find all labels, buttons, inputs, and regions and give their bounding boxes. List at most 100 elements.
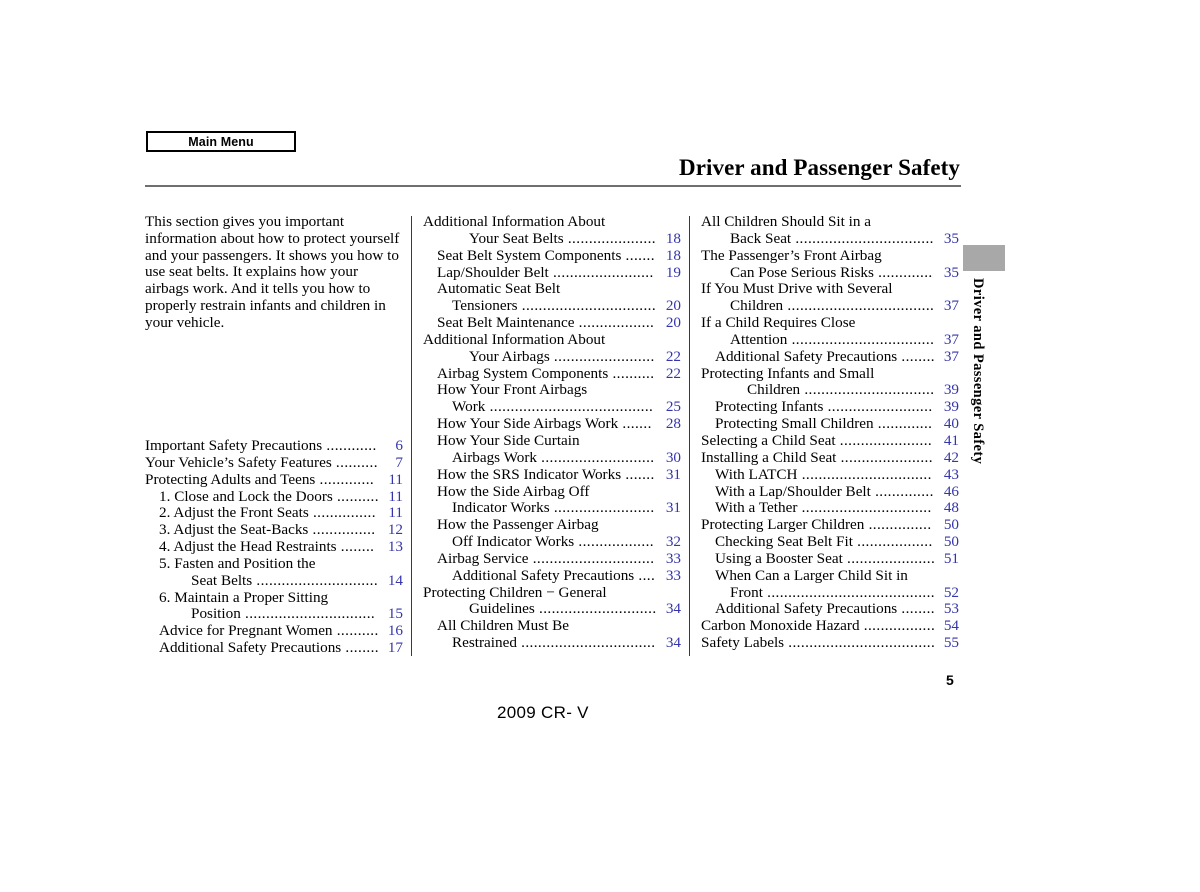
toc-entry-page-number[interactable]: 33	[659, 567, 681, 585]
toc-entry-page-number[interactable]: 11	[381, 488, 403, 506]
toc-entry-page-number[interactable]: 28	[659, 415, 681, 433]
toc-entry-page-number[interactable]: 16	[381, 622, 403, 640]
toc-entry[interactable]: With a Tether ..........................…	[701, 499, 959, 517]
toc-entry-page-number[interactable]: 37	[937, 331, 959, 349]
toc-entry[interactable]: Airbag System Components .......... 22	[423, 365, 681, 383]
toc-entry-page-number[interactable]: 48	[937, 499, 959, 517]
toc-entry-page-number[interactable]: 40	[937, 415, 959, 433]
toc-entry[interactable]: Airbags Work ...........................…	[423, 449, 681, 467]
toc-entry-page-number[interactable]: 22	[659, 348, 681, 366]
toc-entry-page-number[interactable]: 35	[937, 230, 959, 248]
toc-entry[interactable]: Carbon Monoxide Hazard .................…	[701, 617, 959, 635]
toc-entry[interactable]: Seat Belts .............................…	[145, 572, 403, 590]
toc-entry[interactable]: Restrained .............................…	[423, 634, 681, 652]
toc-entry[interactable]: Back Seat ..............................…	[701, 230, 959, 248]
toc-entry-page-number[interactable]: 41	[937, 432, 959, 450]
toc-entry-page-number[interactable]: 11	[381, 471, 403, 489]
toc-entry[interactable]: Children ...............................…	[701, 297, 959, 315]
toc-entry[interactable]: Your Vehicle’s Safety Features .........…	[145, 454, 403, 472]
toc-entry[interactable]: Selecting a Child Seat .................…	[701, 432, 959, 450]
toc-entry[interactable]: Can Pose Serious Risks ............. 35	[701, 264, 959, 282]
toc-entry-page-number[interactable]: 13	[381, 538, 403, 556]
toc-entry-page-number[interactable]: 52	[937, 584, 959, 602]
toc-entry-page-number[interactable]: 15	[381, 606, 403, 623]
toc-entry[interactable]: How the SRS Indicator Works ....... 31	[423, 466, 681, 484]
toc-entry-page-number[interactable]: 34	[659, 634, 681, 652]
toc-entry-page-number[interactable]: 6	[381, 437, 403, 455]
toc-entry[interactable]: Protecting Infants .....................…	[701, 398, 959, 416]
toc-entry-page-number[interactable]: 20	[659, 297, 681, 315]
toc-entry-page-number[interactable]: 7	[381, 454, 403, 472]
toc-entry-page-number[interactable]: 43	[937, 466, 959, 484]
toc-entry-page-number[interactable]: 54	[937, 617, 959, 635]
toc-entry[interactable]: Guidelines ............................ 3…	[423, 600, 681, 618]
toc-entry-page-number[interactable]: 37	[937, 348, 959, 366]
toc-entry[interactable]: 4. Adjust the Head Restraints ........ 13	[145, 538, 403, 556]
toc-entry[interactable]: Position ...............................…	[145, 606, 403, 623]
toc-entry[interactable]: With a Lap/Shoulder Belt .............. 4…	[701, 483, 959, 501]
toc-entry-page-number[interactable]: 34	[659, 601, 681, 618]
toc-entry[interactable]: Protecting Small Children ............. 4…	[701, 415, 959, 433]
toc-entry[interactable]: With LATCH .............................…	[701, 466, 959, 484]
toc-entry-page-number[interactable]: 18	[659, 247, 681, 265]
toc-entry-page-number[interactable]: 22	[659, 365, 681, 383]
toc-entry-page-number[interactable]: 30	[659, 449, 681, 467]
toc-entry-page-number[interactable]: 50	[937, 516, 959, 534]
toc-entry[interactable]: Additional Safety Precautions ........ 53	[701, 600, 959, 618]
toc-entry[interactable]: Front ..................................…	[701, 584, 959, 602]
toc-entry-page-number[interactable]: 51	[937, 550, 959, 568]
toc-entry-page-number[interactable]: 53	[937, 601, 959, 618]
toc-entry[interactable]: 1. Close and Lock the Doors .......... 11	[145, 488, 403, 506]
toc-entry[interactable]: Off Indicator Works .................. 32	[423, 533, 681, 551]
toc-entry-page-number[interactable]: 31	[659, 499, 681, 517]
toc-entry-page-number[interactable]: 14	[381, 572, 403, 590]
toc-entry[interactable]: Additional Safety Precautions .... 33	[423, 567, 681, 585]
toc-entry[interactable]: Important Safety Precautions ...........…	[145, 437, 403, 455]
toc-entry[interactable]: Additional Safety Precautions ........ 37	[701, 348, 959, 366]
toc-entry[interactable]: Checking Seat Belt Fit .................…	[701, 533, 959, 551]
toc-entry-label: The Passenger’s Front Airbag	[701, 246, 882, 264]
toc-entry[interactable]: Seat Belt Maintenance ..................…	[423, 314, 681, 332]
toc-entry-page-number[interactable]: 17	[381, 639, 403, 657]
toc-entry[interactable]: Seat Belt System Components ....... 18	[423, 247, 681, 265]
toc-entry[interactable]: Work ...................................…	[423, 398, 681, 416]
toc-entry-page-number[interactable]: 32	[659, 533, 681, 551]
toc-entry[interactable]: Tensioners .............................…	[423, 297, 681, 315]
toc-entry[interactable]: Lap/Shoulder Belt ......................…	[423, 264, 681, 282]
toc-entry-label: Work	[452, 398, 486, 416]
toc-entry[interactable]: Your Seat Belts ..................... 18	[423, 230, 681, 248]
toc-entry-page-number[interactable]: 50	[937, 533, 959, 551]
toc-entry-page-number[interactable]: 18	[659, 230, 681, 248]
toc-entry[interactable]: Indicator Works ........................…	[423, 499, 681, 517]
toc-entry-page-number[interactable]: 31	[659, 466, 681, 484]
toc-entry[interactable]: Children ...............................…	[701, 382, 959, 399]
toc-entry[interactable]: Using a Booster Seat ...................…	[701, 550, 959, 568]
toc-entry[interactable]: Advice for Pregnant Women .......... 16	[145, 622, 403, 640]
toc-entry-page-number[interactable]: 42	[937, 449, 959, 467]
toc-entry-page-number[interactable]: 35	[937, 264, 959, 282]
toc-entry[interactable]: Your Airbags ........................ 22	[423, 348, 681, 366]
toc-entry[interactable]: Airbag Service .........................…	[423, 550, 681, 568]
toc-dot-leader: ......................	[836, 448, 933, 466]
toc-entry-page-number[interactable]: 20	[659, 314, 681, 332]
toc-entry[interactable]: Protecting Adults and Teens ............…	[145, 471, 403, 489]
toc-entry-page-number[interactable]: 39	[937, 398, 959, 416]
toc-entry[interactable]: How Your Side Airbags Work ....... 28	[423, 415, 681, 433]
toc-entry[interactable]: Safety Labels ..........................…	[701, 634, 959, 652]
toc-entry-page-number[interactable]: 37	[937, 297, 959, 315]
toc-entry[interactable]: 3. Adjust the Seat-Backs ...............…	[145, 521, 403, 539]
toc-entry[interactable]: Attention ..............................…	[701, 331, 959, 349]
toc-entry[interactable]: 2. Adjust the Front Seats ..............…	[145, 504, 403, 522]
toc-entry-page-number[interactable]: 46	[937, 483, 959, 501]
toc-entry[interactable]: Additional Safety Precautions ........ 17	[145, 639, 403, 657]
toc-entry-page-number[interactable]: 19	[659, 264, 681, 282]
main-menu-button[interactable]: Main Menu	[146, 131, 296, 152]
toc-entry-page-number[interactable]: 39	[937, 382, 959, 399]
toc-entry[interactable]: Installing a Child Seat ................…	[701, 448, 959, 467]
toc-entry-page-number[interactable]: 25	[659, 398, 681, 416]
toc-entry-page-number[interactable]: 55	[937, 634, 959, 652]
toc-entry-page-number[interactable]: 33	[659, 550, 681, 568]
toc-entry[interactable]: Protecting Larger Children .............…	[701, 516, 959, 534]
toc-entry-page-number[interactable]: 11	[381, 505, 403, 522]
toc-entry-page-number[interactable]: 12	[381, 521, 403, 539]
